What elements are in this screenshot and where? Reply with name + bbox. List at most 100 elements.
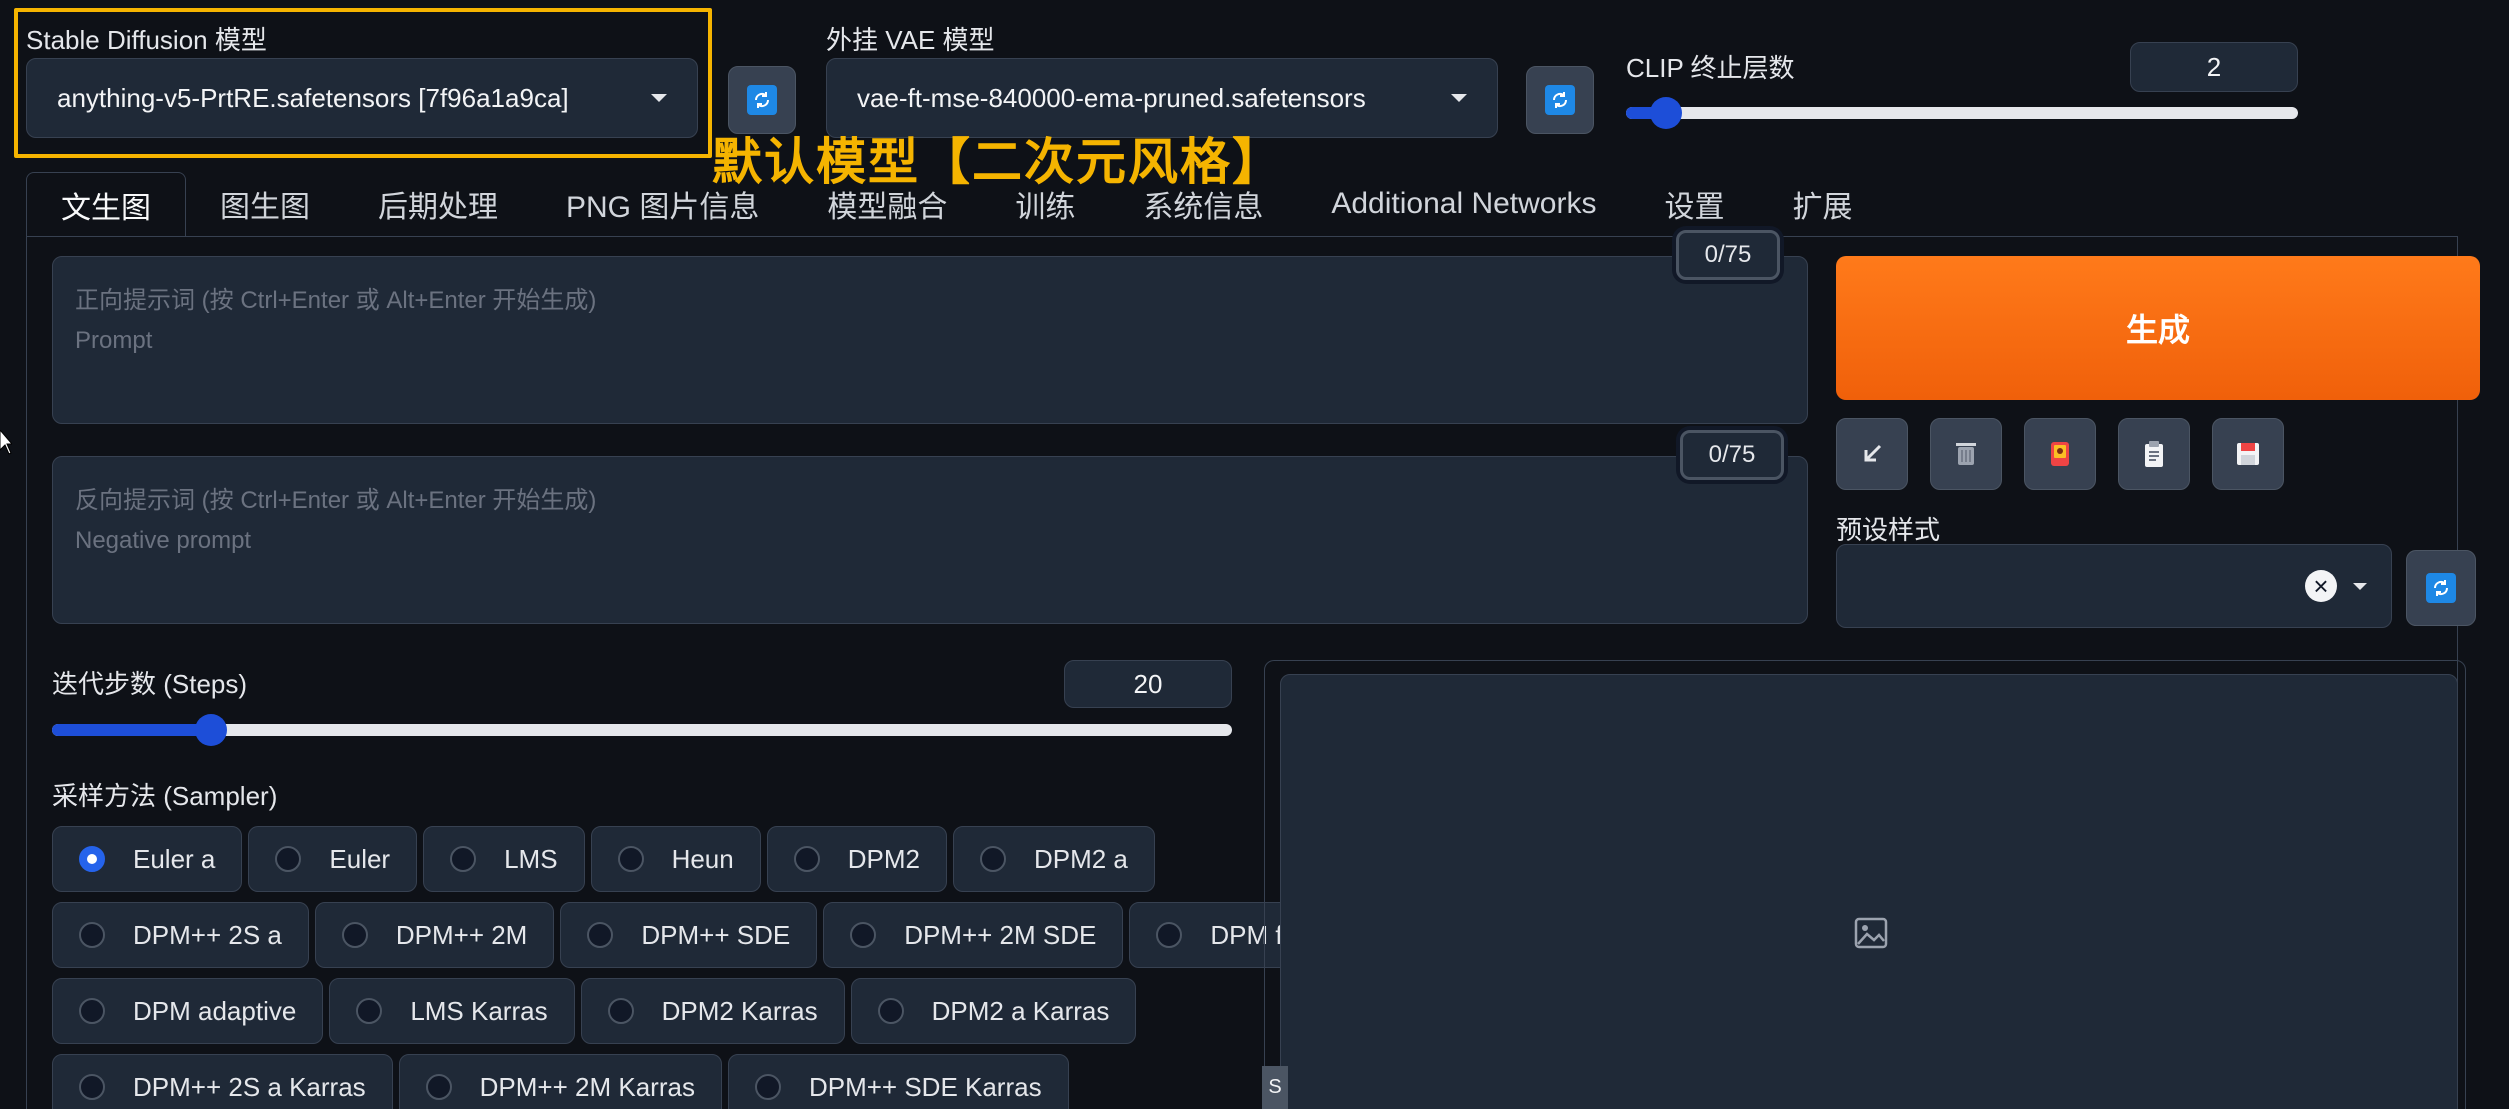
radio-button[interactable]: [275, 846, 302, 872]
tab-2[interactable]: 后期处理: [344, 172, 532, 236]
radio-button[interactable]: [754, 1074, 781, 1100]
tab-9[interactable]: 扩展: [1758, 172, 1886, 236]
clear-prompt-button[interactable]: [1930, 418, 2002, 490]
sampler-option-label: DPM++ 2M Karras: [479, 1071, 695, 1102]
styles-label: 预设样式: [1836, 515, 1941, 545]
radio-button[interactable]: [341, 922, 368, 948]
prompt-placeholder-2: Prompt: [75, 327, 153, 354]
radio-button[interactable]: [425, 1074, 452, 1100]
tab-4[interactable]: 模型融合: [793, 172, 981, 236]
sampler-option-label: DPM2 Karras: [661, 995, 818, 1026]
sampler-option-label: DPM++ 2S a: [133, 919, 282, 950]
sampler-option[interactable]: DPM++ 2M Karras: [398, 1054, 722, 1109]
clip-skip-slider-thumb[interactable]: [1650, 97, 1682, 129]
sampler-option[interactable]: DPM++ 2M SDE: [823, 902, 1124, 968]
sampler-option[interactable]: DPM2 Karras: [580, 978, 845, 1044]
clipboard-icon: [2145, 441, 2163, 467]
tab-1[interactable]: 图生图: [186, 172, 344, 236]
paste-params-button[interactable]: [1836, 418, 1908, 490]
radio-button[interactable]: [79, 922, 105, 948]
negative-prompt-textarea[interactable]: 反向提示词 (按 Ctrl+Enter 或 Alt+Enter 开始生成) Ne…: [52, 456, 1808, 624]
sampler-option[interactable]: DPM++ SDE Karras: [727, 1054, 1069, 1109]
sampler-option-label: DPM++ 2S a Karras: [133, 1071, 366, 1102]
sampler-option-label: Euler: [329, 843, 391, 874]
sampler-option[interactable]: DPM adaptive: [52, 978, 324, 1044]
clear-styles-icon[interactable]: ×: [2305, 570, 2337, 602]
radio-button[interactable]: [850, 922, 877, 948]
sampler-option[interactable]: DPM2 a Karras: [850, 978, 1137, 1044]
radio-button[interactable]: [607, 998, 634, 1024]
sampler-label: 采样方法 (Sampler): [52, 781, 278, 811]
prompt-textarea[interactable]: 正向提示词 (按 Ctrl+Enter 或 Alt+Enter 开始生成) Pr…: [52, 256, 1808, 424]
sampler-option[interactable]: DPM2: [766, 826, 947, 892]
sampler-option[interactable]: DPM++ 2S a: [52, 902, 309, 968]
negative-prompt-placeholder-1: 反向提示词 (按 Ctrl+Enter 或 Alt+Enter 开始生成): [75, 487, 597, 514]
sampler-option-label: DPM++ SDE Karras: [808, 1071, 1042, 1102]
radio-button[interactable]: [617, 846, 644, 872]
tab-8[interactable]: 设置: [1630, 172, 1758, 236]
styles-refresh-button[interactable]: [2406, 550, 2476, 626]
tab-5[interactable]: 训练: [981, 172, 1109, 236]
sampler-row: DPM++ 2S a Karras DPM++ 2M Karras DPM++ SD…: [52, 1054, 1069, 1109]
radio-button[interactable]: [1156, 922, 1183, 948]
cursor-icon: [0, 430, 12, 455]
radio-button[interactable]: [450, 846, 477, 872]
radio-button[interactable]: [79, 998, 105, 1024]
prompt-placeholder-1: 正向提示词 (按 Ctrl+Enter 或 Alt+Enter 开始生成): [75, 287, 597, 314]
radio-button[interactable]: [979, 846, 1006, 872]
vae-model-refresh-button[interactable]: [1526, 66, 1594, 134]
image-placeholder-icon: [1854, 917, 1888, 949]
show-extra-networks-button[interactable]: [2024, 418, 2096, 490]
bottom-marker: S: [1262, 1066, 1288, 1109]
tab-3[interactable]: PNG 图片信息: [532, 172, 793, 236]
steps-slider-thumb[interactable]: [195, 714, 227, 746]
clip-skip-slider[interactable]: [1626, 97, 2298, 129]
sd-model-label: Stable Diffusion 模型: [26, 25, 267, 55]
generate-button[interactable]: 生成: [1836, 256, 2480, 400]
sampler-option[interactable]: Heun: [590, 826, 761, 892]
sampler-option[interactable]: DPM++ 2S a Karras: [52, 1054, 393, 1109]
clip-skip-input[interactable]: 2: [2130, 42, 2298, 92]
radio-button[interactable]: [356, 998, 383, 1024]
save-style-button[interactable]: [2212, 418, 2284, 490]
tab-6[interactable]: 系统信息: [1109, 172, 1297, 236]
radio-button[interactable]: [79, 1074, 105, 1100]
sampler-row: DPM adaptive LMS Karras DPM2 Karras DPM2 a …: [52, 978, 1137, 1044]
sampler-option-label: Heun: [671, 843, 734, 874]
arrow-down-left-icon: [1864, 444, 1882, 462]
radio-button[interactable]: [877, 998, 904, 1024]
sampler-option-label: LMS Karras: [410, 995, 548, 1026]
sampler-option[interactable]: DPM2 a: [952, 826, 1155, 892]
vae-model-label: 外挂 VAE 模型: [826, 25, 995, 55]
sampler-option-label: DPM++ 2M: [395, 919, 528, 950]
main-tabs: 文生图 图生图 后期处理 PNG 图片信息 模型融合 训练 系统信息 Additional N…: [26, 172, 1886, 236]
sampler-option-label: DPM adaptive: [133, 995, 297, 1026]
chevron-down-icon: [2353, 582, 2367, 590]
radio-button[interactable]: [587, 922, 614, 948]
sampler-option-label: LMS: [504, 843, 558, 874]
sampler-option-label: DPM2: [847, 843, 920, 874]
sampler-option[interactable]: DPM++ SDE: [560, 902, 818, 968]
clip-skip-label: CLIP 终止层数: [1626, 53, 1795, 83]
red-card-icon: [2051, 442, 2069, 466]
sampler-option-label: DPM++ SDE: [641, 919, 791, 950]
steps-slider[interactable]: [52, 714, 1232, 746]
prompt-token-counter: 0/75: [1676, 230, 1780, 280]
output-gallery: [1280, 674, 2458, 1109]
sampler-option[interactable]: Euler a: [52, 826, 243, 892]
vae-model-value: vae-ft-mse-840000-ema-pruned.safetensors: [857, 82, 1366, 113]
styles-dropdown[interactable]: ×: [1836, 544, 2392, 628]
sd-model-dropdown[interactable]: anything-v5-PrtRE.safetensors [7f96a1a9c…: [26, 58, 698, 138]
sampler-option[interactable]: LMS: [423, 826, 585, 892]
tab-7[interactable]: Additional Networks: [1297, 172, 1630, 236]
radio-button[interactable]: [79, 846, 105, 872]
steps-input[interactable]: 20: [1064, 660, 1232, 708]
tab-0[interactable]: 文生图: [26, 172, 186, 236]
apply-styles-button[interactable]: [2118, 418, 2190, 490]
sampler-option[interactable]: DPM++ 2M: [314, 902, 555, 968]
negative-prompt-placeholder-2: Negative prompt: [75, 527, 252, 554]
radio-button[interactable]: [793, 846, 820, 872]
refresh-icon: [1545, 85, 1575, 115]
sampler-option[interactable]: LMS Karras: [329, 978, 575, 1044]
sampler-option[interactable]: Euler: [248, 826, 418, 892]
